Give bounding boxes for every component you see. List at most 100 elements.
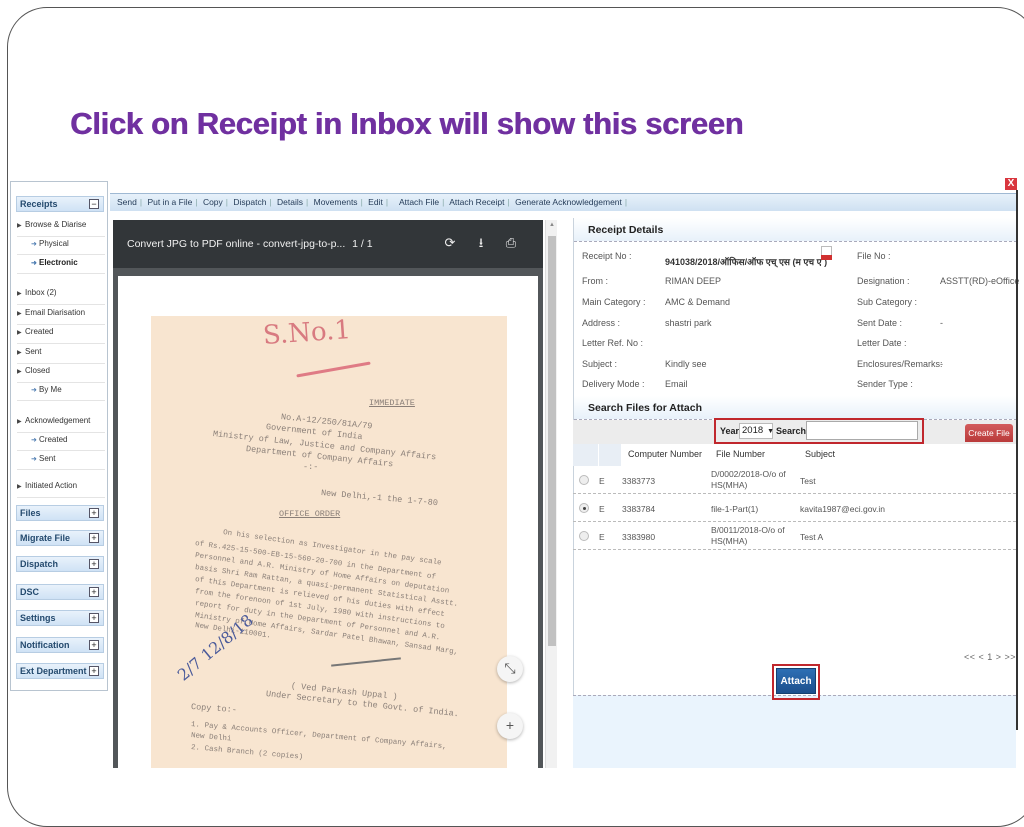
sent-date-value: - xyxy=(940,318,943,328)
pagination[interactable]: << < 1 > >> xyxy=(964,652,1016,662)
expand-icon[interactable]: + xyxy=(89,587,99,597)
sender-type-label: Sender Type : xyxy=(857,379,913,389)
rotate-icon[interactable]: ⟳ xyxy=(443,236,457,250)
toolbar-details[interactable]: Details xyxy=(277,197,303,207)
sidebar-item-inbox[interactable]: ▶ Inbox (2) xyxy=(17,283,105,305)
sidebar-item-ack-created[interactable]: ➜ Created xyxy=(17,430,105,451)
document-line: New Delhi xyxy=(190,732,232,744)
pdf-title: Convert JPG to PDF online - convert-jpg-… xyxy=(127,238,346,250)
main-category-label: Main Category : xyxy=(582,297,646,307)
separator: | xyxy=(385,197,389,207)
bullet-arrow-icon: ➜ xyxy=(31,437,37,444)
row-radio[interactable] xyxy=(579,531,589,541)
zoom-in-button[interactable]: + xyxy=(497,713,523,739)
separator: | xyxy=(306,197,309,207)
sidebar-item-label: Physical xyxy=(39,239,69,248)
sidebar-item-label: Closed xyxy=(25,366,50,375)
enclosures-value: - xyxy=(940,359,943,369)
table-row[interactable]: E 3383784 file-1-Part(1) kavita1987@eci.… xyxy=(573,495,1016,522)
document-line: OFFICE ORDER xyxy=(279,509,341,519)
sidebar-item-physical[interactable]: ➜ Physical xyxy=(17,234,105,255)
close-icon[interactable]: X xyxy=(1005,178,1017,190)
expand-icon[interactable]: + xyxy=(89,613,99,623)
header-stub xyxy=(573,444,598,466)
toolbar-generate-acknowledgement[interactable]: Generate Acknowledgement xyxy=(515,197,622,207)
address-value: shastri park xyxy=(665,318,712,328)
caret-right-icon: ▶ xyxy=(17,291,22,297)
sidebar-item-electronic[interactable]: ➜ Electronic xyxy=(17,253,105,274)
table-row[interactable]: E 3383980 B/0011/2018-O/o of HS(MHA) Tes… xyxy=(573,523,1016,550)
sidebar-item-by-me[interactable]: ➜ By Me xyxy=(17,380,105,401)
sidebar-section-dispatch[interactable]: Dispatch + xyxy=(16,556,104,572)
from-value: RIMAN DEEP xyxy=(665,276,722,286)
bullet-arrow-icon: ➜ xyxy=(31,456,37,463)
document-line: -:- xyxy=(303,462,319,472)
toolbar-send[interactable]: Send xyxy=(117,197,137,207)
sidebar-section-files[interactable]: Files + xyxy=(16,505,104,521)
pdf-viewer-toolbar: Convert JPG to PDF online - convert-jpg-… xyxy=(113,220,543,268)
sidebar-item-label: Sent xyxy=(25,347,42,356)
toolbar-dispatch[interactable]: Dispatch xyxy=(233,197,266,207)
scrollbar-thumb[interactable] xyxy=(548,236,556,646)
sidebar-section-label: Dispatch xyxy=(20,559,59,569)
expand-icon[interactable]: + xyxy=(89,640,99,650)
separator: | xyxy=(195,197,198,207)
create-file-button[interactable]: Create File xyxy=(965,424,1013,442)
expand-icon[interactable]: + xyxy=(89,533,99,543)
sidebar-item-label: Acknowledgement xyxy=(25,416,91,425)
sidebar-section-settings[interactable]: Settings + xyxy=(16,610,104,626)
pdf-icon[interactable] xyxy=(821,246,832,260)
sidebar-header-receipts[interactable]: Receipts − xyxy=(16,196,104,212)
sidebar-item-initiated-action[interactable]: ▶ Initiated Action xyxy=(17,476,105,498)
column-header-computer-number[interactable]: Computer Number xyxy=(628,449,702,459)
row-file-number: D/0002/2018-O/o of HS(MHA) xyxy=(711,469,786,490)
sent-date-label: Sent Date : xyxy=(857,318,903,328)
print-icon[interactable]: ⎙ xyxy=(504,236,518,250)
sidebar-item-created[interactable]: ▶ Created xyxy=(17,322,105,344)
receipt-no-value: 941038/2018/ऑफिस/ऑफ एच् एस (म एच ए ) xyxy=(665,257,828,267)
collapse-icon[interactable]: − xyxy=(89,199,99,209)
toolbar-attach-file[interactable]: Attach File xyxy=(399,197,439,207)
address-label: Address : xyxy=(582,318,621,328)
sidebar-item-label: Sent xyxy=(39,454,56,463)
from-label: From : xyxy=(582,276,608,286)
row-radio[interactable] xyxy=(579,475,589,485)
toolbar-edit[interactable]: Edit xyxy=(368,197,383,207)
red-pencil-mark xyxy=(296,361,371,378)
separator: | xyxy=(139,197,143,207)
row-computer-number: 3383980 xyxy=(622,532,656,542)
row-type: E xyxy=(599,532,605,542)
fit-page-button[interactable]: ⤡ xyxy=(497,656,523,682)
viewer-scrollbar[interactable]: ▲ xyxy=(545,220,557,768)
page-indicator: 1 / 1 xyxy=(352,238,373,250)
expand-icon[interactable]: + xyxy=(89,559,99,569)
toolbar-movements[interactable]: Movements xyxy=(314,197,358,207)
attach-button[interactable]: Attach xyxy=(776,668,816,694)
enclosures-label: Enclosures/Remarks: xyxy=(857,359,943,369)
table-row[interactable]: E 3383773 D/0002/2018-O/o of HS(MHA) Tes… xyxy=(573,467,1016,494)
column-header-file-number[interactable]: File Number xyxy=(716,449,765,459)
sidebar-section-label: DSC xyxy=(20,587,40,597)
row-computer-number: 3383773 xyxy=(622,476,656,486)
sidebar-section-label: Migrate File xyxy=(20,533,71,543)
letter-date-label: Letter Date : xyxy=(857,338,907,348)
sidebar-section-label: Settings xyxy=(20,613,56,623)
toolbar-attach-receipt[interactable]: Attach Receipt xyxy=(449,197,504,207)
expand-icon[interactable]: + xyxy=(89,508,99,518)
expand-icon[interactable]: + xyxy=(89,666,99,676)
toolbar-copy[interactable]: Copy xyxy=(203,197,223,207)
column-header-subject[interactable]: Subject xyxy=(805,449,835,459)
row-radio[interactable] xyxy=(579,503,589,513)
sidebar-section-dsc[interactable]: DSC + xyxy=(16,584,104,600)
sidebar-section-ext-department[interactable]: Ext Department + xyxy=(16,663,104,679)
sidebar-item-ack-sent[interactable]: ➜ Sent xyxy=(17,449,105,470)
toolbar-put-in-a-file[interactable]: Put in a File xyxy=(147,197,192,207)
sidebar-section-notification[interactable]: Notification + xyxy=(16,637,104,653)
zoom-in-icon: + xyxy=(505,717,515,733)
slide-title: Click on Receipt in Inbox will show this… xyxy=(70,106,744,141)
receipt-no-label: Receipt No : xyxy=(582,251,632,261)
sidebar-section-migrate-file[interactable]: Migrate File + xyxy=(16,530,104,546)
scroll-up-icon[interactable]: ▲ xyxy=(546,222,558,228)
download-icon[interactable]: ⭳ xyxy=(474,236,488,250)
separator: | xyxy=(269,197,272,207)
